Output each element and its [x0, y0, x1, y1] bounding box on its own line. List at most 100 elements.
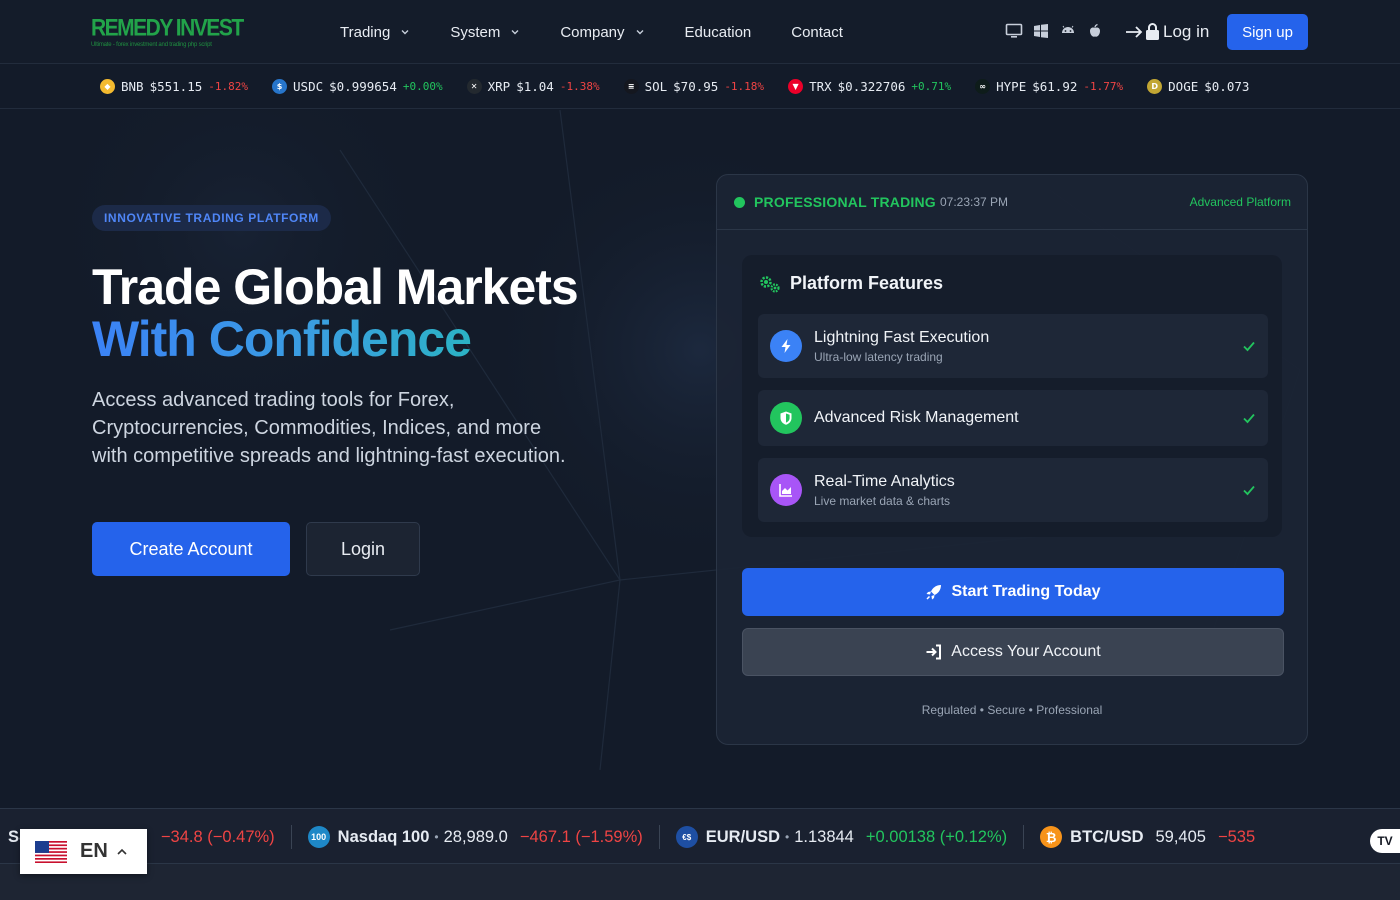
menu-item-label: Company: [560, 23, 625, 41]
menu-item-education[interactable]: Education: [685, 24, 752, 41]
trx-coin-icon: ▼: [788, 79, 804, 94]
brand-name: REMEDY INVEST: [91, 14, 244, 42]
ticker-change: +0.71%: [911, 80, 952, 93]
ticker-change: −535: [1217, 827, 1256, 846]
bottom-strip: [0, 864, 1400, 900]
feature-item-analytics: Real-Time Analytics Live market data & c…: [758, 458, 1268, 522]
language-selector[interactable]: EN: [20, 829, 147, 874]
ticker-item-bnb[interactable]: ◆ BNB $551.15 -1.82%: [100, 79, 248, 94]
ticker-change: −34.8 (−0.47%): [160, 827, 275, 846]
chevron-down-icon: [636, 30, 644, 35]
menu-item-contact[interactable]: Contact: [791, 24, 843, 41]
ticker-item-eurusd[interactable]: €$ EUR/USD • 1.13844 +0.00138 (+0.12%): [660, 825, 1025, 849]
menu-item-label: Education: [684, 23, 752, 41]
menu-item-system[interactable]: System: [450, 24, 520, 41]
ticker-price: $551.15: [149, 79, 203, 94]
us-flag-icon: [35, 840, 67, 863]
access-account-label: Access Your Account: [951, 643, 1101, 660]
windows-icon[interactable]: [1032, 22, 1050, 40]
eurusd-flag-icon: €$: [675, 826, 698, 848]
platform-tag: Advanced Platform: [1189, 195, 1291, 209]
chevron-up-icon: [117, 848, 127, 855]
ticker-symbol: TRX: [809, 79, 832, 94]
market-ticker-tape: S& −34.8 (−0.47%) 100 Nasdaq 100 • 28,98…: [0, 808, 1400, 864]
chevron-down-icon: [401, 30, 409, 35]
desktop-icon[interactable]: [1005, 22, 1023, 40]
hero-description: Access advanced trading tools for Forex,…: [92, 389, 566, 467]
android-icon[interactable]: [1059, 22, 1077, 40]
ticker-symbol: HYPE: [996, 79, 1027, 94]
feature-icon-badge: [770, 330, 802, 362]
ticker-price: $0.073: [1204, 79, 1250, 94]
platform-icons: [1005, 22, 1104, 40]
hero-title-line1: Trade Global Markets: [92, 259, 579, 315]
market-ticker-track: S& −34.8 (−0.47%) 100 Nasdaq 100 • 28,98…: [0, 809, 1271, 863]
menu-item-label: Contact: [791, 23, 843, 41]
create-account-button[interactable]: Create Account: [92, 522, 290, 576]
language-code: EN: [80, 840, 108, 862]
check-icon: [1243, 413, 1255, 424]
start-trading-label: Start Trading Today: [951, 583, 1101, 600]
bolt-icon: [781, 339, 791, 353]
login-lock-icon: [1126, 23, 1159, 40]
features-panel: Platform Features Lightning Fast Executi…: [742, 255, 1282, 537]
feature-item-risk: Advanced Risk Management: [758, 390, 1268, 446]
feature-icon-badge: [770, 474, 802, 506]
ticker-symbol: USDC: [293, 79, 324, 94]
ticker-change: -1.38%: [559, 80, 600, 93]
menu-item-company[interactable]: Company: [560, 24, 644, 41]
ticker-item-doge[interactable]: D DOGE $0.073: [1147, 79, 1255, 94]
status-dot: [734, 197, 745, 208]
hero-badge: INNOVATIVE TRADING PLATFORM: [92, 205, 331, 231]
ticker-symbol: BTC/USD: [1070, 827, 1144, 846]
shield-icon: [780, 411, 792, 425]
ticker-item-usdc[interactable]: $ USDC $0.999654 +0.00%: [272, 79, 443, 94]
crypto-ticker: ◆ BNB $551.15 -1.82% $ USDC $0.999654 +0.00% ✕ XR…: [0, 65, 1400, 109]
ticker-item-hype[interactable]: ∞ HYPE $61.92 -1.77%: [975, 79, 1123, 94]
apple-icon[interactable]: [1086, 22, 1104, 40]
bnb-coin-icon: ◆: [100, 79, 115, 94]
start-trading-button[interactable]: Start Trading Today: [742, 568, 1284, 616]
usdc-coin-icon: $: [272, 79, 288, 94]
cogs-icon: [760, 275, 780, 293]
ticker-price: 59,405: [1155, 827, 1206, 846]
ticker-price: $0.999654: [329, 79, 397, 94]
trading-card: PROFESSIONAL TRADING 07:23:37 PM Advance…: [716, 174, 1308, 745]
sol-coin-icon: ≡: [623, 79, 639, 94]
signup-button[interactable]: Sign up: [1227, 14, 1308, 50]
ticker-item-nasdaq[interactable]: 100 Nasdaq 100 • 28,989.0 −467.1 (−1.59%…: [292, 825, 660, 849]
feature-subtitle: Ultra-low latency trading: [814, 350, 943, 364]
ticker-price: $61.92: [1032, 79, 1078, 94]
login-link[interactable]: Log in: [1125, 22, 1209, 42]
doge-coin-icon: D: [1147, 79, 1163, 94]
features-title: Platform Features: [758, 273, 943, 294]
hype-coin-icon: ∞: [975, 79, 991, 94]
ticker-item-xrp[interactable]: ✕ XRP $1.04 -1.38%: [466, 79, 600, 94]
ticker-item-btcusd[interactable]: ₿ BTC/USD 59,405 −535: [1024, 825, 1271, 849]
sign-in-icon: [926, 644, 942, 660]
chevron-down-icon: [511, 30, 519, 35]
ticker-symbol: XRP: [487, 79, 511, 94]
ticker-symbol: DOGE: [1168, 79, 1199, 94]
ticker-change: -1.82%: [208, 80, 249, 93]
card-header: PROFESSIONAL TRADING 07:23:37 PM Advance…: [717, 175, 1307, 230]
hero-title-line2: With Confidence: [92, 311, 472, 367]
login-link-label: Log in: [1163, 22, 1210, 41]
ticker-change: +0.00%: [402, 80, 443, 93]
top-navbar: REMEDY INVEST Ultimate - forex investmen…: [0, 0, 1400, 64]
ticker-item-trx[interactable]: ▼ TRX $0.322706 +0.71%: [788, 79, 951, 94]
rocket-icon: [926, 585, 942, 600]
feature-title: Lightning Fast Execution: [814, 329, 990, 346]
tradingview-logo-icon[interactable]: TV: [1370, 829, 1400, 853]
menu-item-trading[interactable]: Trading: [340, 24, 410, 41]
ticker-item-sol[interactable]: ≡ SOL $70.95 -1.18%: [623, 79, 764, 94]
ticker-price: $1.04: [516, 79, 554, 94]
hero-login-button[interactable]: Login: [306, 522, 420, 576]
brand-logo[interactable]: REMEDY INVEST Ultimate - forex investmen…: [91, 14, 244, 48]
check-icon: [1243, 485, 1255, 496]
ticker-dot: •: [785, 830, 790, 844]
bitcoin-icon: ₿: [1040, 826, 1063, 848]
feature-item-execution: Lightning Fast Execution Ultra-low laten…: [758, 314, 1268, 378]
access-account-button[interactable]: Access Your Account: [742, 628, 1284, 676]
ticker-change: +0.00138 (+0.12%): [865, 827, 1008, 846]
